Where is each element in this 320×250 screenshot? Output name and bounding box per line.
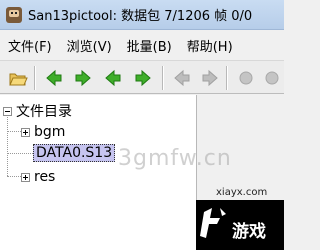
tree-connector <box>7 153 33 154</box>
tree-item-res[interactable]: res <box>21 169 55 185</box>
tree-connector <box>7 131 21 132</box>
tree-connector <box>7 114 8 176</box>
toolbar-separator <box>34 66 35 90</box>
next-icon[interactable] <box>73 68 93 88</box>
tree-root-label: 文件目录 <box>16 104 72 120</box>
expand-icon[interactable] <box>21 172 30 182</box>
menu-bar: 文件(F) 浏览(V) 批量(B) 帮助(H) <box>0 34 284 56</box>
toolbar-separator <box>226 66 227 90</box>
open-folder-icon[interactable] <box>8 68 28 88</box>
menu-help[interactable]: 帮助(H) <box>179 36 240 55</box>
watermark-site: xiayx.com <box>214 187 270 198</box>
collapse-icon[interactable] <box>3 106 12 116</box>
back-icon-disabled[interactable] <box>172 68 192 88</box>
watermark-logo-icon <box>200 208 226 238</box>
app-icon <box>6 6 22 23</box>
tree-item-data0[interactable]: DATA0.S13 <box>33 144 116 162</box>
tree-item-label: bgm <box>34 124 66 140</box>
last-icon[interactable] <box>133 68 153 88</box>
tool-icon-disabled[interactable] <box>236 68 256 88</box>
tree-item-label: res <box>34 169 56 185</box>
tree-item-label-selected: DATA0.S13 <box>33 144 116 162</box>
title-bar: San13pictool: 数据包 7/1206 帧 0/0 <box>0 0 284 30</box>
expand-icon[interactable] <box>21 127 30 137</box>
forward-icon-disabled[interactable] <box>200 68 220 88</box>
first-icon[interactable] <box>44 68 64 88</box>
tree-root[interactable]: 文件目录 <box>3 101 72 121</box>
toolbar <box>0 60 284 94</box>
toolbar-separator <box>162 66 163 90</box>
menu-view[interactable]: 浏览(V) <box>59 36 119 55</box>
menu-file[interactable]: 文件(F) <box>0 36 59 55</box>
tool2-icon-disabled[interactable] <box>262 68 282 88</box>
window-title: San13pictool: 数据包 7/1206 帧 0/0 <box>28 9 253 24</box>
tree-connector <box>7 176 21 177</box>
menu-batch[interactable]: 批量(B) <box>119 36 179 55</box>
file-tree-pane[interactable]: 文件目录 bgm DATA0.S13 res <box>0 95 197 250</box>
tree-item-bgm[interactable]: bgm <box>21 124 65 140</box>
watermark-center: 3gmfw.cn <box>118 146 232 171</box>
watermark-brand: 游戏 <box>232 222 266 242</box>
prev-icon[interactable] <box>103 68 123 88</box>
